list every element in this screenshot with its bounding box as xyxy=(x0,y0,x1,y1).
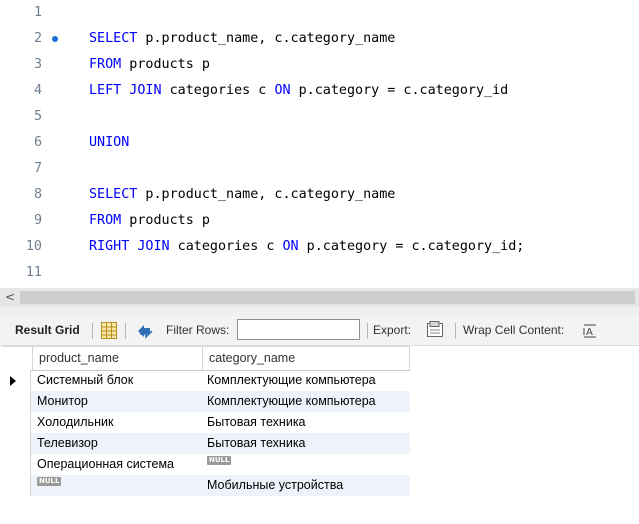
result-grid-tab[interactable]: Result Grid xyxy=(15,316,80,345)
cell-product-name[interactable]: Холодильник xyxy=(31,412,201,433)
null-badge: NULL xyxy=(207,456,232,465)
code-line[interactable]: 10 RIGHT JOIN categories c ON p.category … xyxy=(0,234,639,260)
sql-text: categories c xyxy=(161,83,275,98)
cell-category-name[interactable]: Бытовая техника xyxy=(201,412,410,433)
cell-category-name[interactable]: NULL xyxy=(201,454,410,475)
scrollbar-thumb[interactable] xyxy=(20,291,635,304)
sql-keyword: UNION xyxy=(89,135,130,150)
sql-text: p.product_name, c.category_name xyxy=(137,31,396,46)
export-label: Export: xyxy=(373,323,412,337)
null-badge: NULL xyxy=(37,477,62,486)
line-number: 10 xyxy=(25,239,42,254)
table-row[interactable]: Системный блок Комплектующие компьютера xyxy=(2,370,410,391)
line-number: 4 xyxy=(33,83,42,98)
line-number: 8 xyxy=(33,187,42,202)
horizontal-scrollbar[interactable]: < xyxy=(0,288,639,307)
filter-rows-label: Filter Rows: xyxy=(166,323,230,337)
line-number: 9 xyxy=(33,213,42,228)
row-header[interactable] xyxy=(2,454,31,475)
line-number: 1 xyxy=(33,5,42,20)
cell-product-name[interactable]: NULL xyxy=(31,475,201,496)
current-row-arrow-icon xyxy=(10,376,16,386)
row-header[interactable] xyxy=(2,433,31,454)
cell-category-name[interactable]: Комплектующие компьютера xyxy=(201,391,410,412)
cell-product-name[interactable]: Монитор xyxy=(31,391,201,412)
grid-view-icon[interactable] xyxy=(101,322,117,342)
sql-keyword: FROM xyxy=(89,57,122,72)
sql-keyword: ON xyxy=(274,83,291,98)
table-row[interactable]: Холодильник Бытовая техника xyxy=(2,412,410,433)
cell-product-name[interactable]: Системный блок xyxy=(31,370,201,391)
sql-keyword: RIGHT JOIN xyxy=(89,239,170,254)
code-line[interactable]: 6 UNION xyxy=(0,130,639,156)
sql-keyword: FROM xyxy=(89,213,122,228)
sql-keyword: SELECT xyxy=(89,187,138,202)
cell-category-name[interactable]: Бытовая техника xyxy=(201,433,410,454)
code-text: LEFT JOIN categories c ON p.category = c… xyxy=(89,78,508,104)
code-line[interactable]: 4 LEFT JOIN categories c ON p.category = … xyxy=(0,78,639,104)
toolbar-separator xyxy=(92,323,93,339)
row-header[interactable] xyxy=(2,370,31,391)
sql-text: categories c xyxy=(169,239,283,254)
sql-text: p.category = c.category_id xyxy=(290,83,509,98)
sql-text: p.product_name, c.category_name xyxy=(137,187,396,202)
cell-product-name[interactable]: Операционная система xyxy=(31,454,201,475)
code-line[interactable]: 5 xyxy=(0,104,639,130)
code-line[interactable]: 1 xyxy=(0,0,639,26)
row-header[interactable] xyxy=(2,412,31,433)
row-header[interactable] xyxy=(2,391,31,412)
filter-rows-input[interactable] xyxy=(237,319,360,340)
code-text: FROM products p xyxy=(89,208,210,234)
cell-category-name[interactable]: Комплектующие компьютера xyxy=(201,370,410,391)
svg-text:A: A xyxy=(586,327,593,338)
column-header-category-name[interactable]: category_name xyxy=(202,347,410,370)
table-row[interactable]: Монитор Комплектующие компьютера xyxy=(2,391,410,412)
code-text: FROM products p xyxy=(89,52,210,78)
result-toolbar: Result Grid Filter Rows: Export: Wrap Ce… xyxy=(0,316,639,346)
code-text: SELECT p.product_name, c.category_name xyxy=(89,26,395,52)
sql-text: products p xyxy=(121,57,210,72)
table-row[interactable]: NULL Мобильные устройства xyxy=(2,475,410,496)
code-line[interactable]: 2 SELECT p.product_name, c.category_name xyxy=(0,26,639,52)
toolbar-separator xyxy=(125,323,126,339)
row-header[interactable] xyxy=(2,475,31,496)
cell-category-name[interactable]: Мобильные устройства xyxy=(201,475,410,496)
line-number: 11 xyxy=(25,265,42,280)
row-header-corner[interactable] xyxy=(2,347,32,370)
sql-text: products p xyxy=(121,213,210,228)
sql-keyword: SELECT xyxy=(89,31,138,46)
sql-keyword: LEFT JOIN xyxy=(89,83,162,98)
code-line[interactable]: 3 FROM products p xyxy=(0,52,639,78)
toolbar-separator xyxy=(367,323,368,339)
sql-text: p.category = c.category_id; xyxy=(298,239,525,254)
wrap-cell-icon[interactable]: A xyxy=(583,324,597,341)
grid-header: product_name category_name xyxy=(2,346,410,371)
code-line[interactable]: 8 SELECT p.product_name, c.category_name xyxy=(0,182,639,208)
export-icon[interactable] xyxy=(425,321,445,342)
sql-editor[interactable]: 1 2 SELECT p.product_name, c.category_name… xyxy=(0,0,639,288)
code-line[interactable]: 11 xyxy=(0,260,639,286)
code-text: UNION xyxy=(89,130,129,156)
cell-product-name[interactable]: Телевизор xyxy=(31,433,201,454)
code-line[interactable]: 9 FROM products p xyxy=(0,208,639,234)
column-header-product-name[interactable]: product_name xyxy=(32,347,202,370)
code-line[interactable]: 7 xyxy=(0,156,639,182)
toolbar-separator xyxy=(455,323,456,339)
line-number: 5 xyxy=(33,109,42,124)
code-text: RIGHT JOIN categories c ON p.category = … xyxy=(89,234,524,260)
line-number: 3 xyxy=(33,57,42,72)
table-row[interactable]: Операционная система NULL xyxy=(2,454,410,475)
line-number: 7 xyxy=(33,161,42,176)
line-number: 6 xyxy=(33,135,42,150)
code-text: SELECT p.product_name, c.category_name xyxy=(89,182,395,208)
scroll-left-icon[interactable]: < xyxy=(3,288,17,307)
line-number: 2 xyxy=(33,31,42,46)
splitter[interactable] xyxy=(0,307,639,316)
sql-keyword: ON xyxy=(282,239,299,254)
table-row[interactable]: Телевизор Бытовая техника xyxy=(2,433,410,454)
refresh-icon[interactable] xyxy=(135,323,155,342)
statement-marker-icon xyxy=(52,36,58,42)
wrap-cell-content-label: Wrap Cell Content: xyxy=(463,323,565,337)
